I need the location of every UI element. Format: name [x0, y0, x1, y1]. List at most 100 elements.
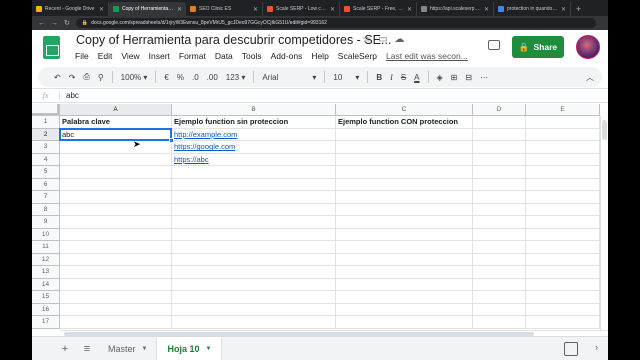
- cell-a6[interactable]: [60, 178, 172, 191]
- cell-e2[interactable]: [526, 128, 600, 141]
- cell-d9[interactable]: [473, 216, 526, 229]
- sheet-tab-master[interactable]: Master ▼: [98, 337, 157, 360]
- cell-a14[interactable]: [60, 278, 172, 291]
- fill-color-icon[interactable]: ◈: [433, 73, 447, 82]
- collapse-toolbar-icon[interactable]: ︿: [582, 72, 602, 83]
- cell-c16[interactable]: [336, 303, 473, 316]
- menu-data[interactable]: Data: [215, 51, 233, 61]
- forward-icon[interactable]: →: [51, 20, 58, 27]
- explore-icon[interactable]: [564, 342, 578, 356]
- cell-c7[interactable]: [336, 191, 473, 204]
- cell-a16[interactable]: [60, 303, 172, 316]
- cell-a17[interactable]: [60, 316, 172, 329]
- cell-d7[interactable]: [473, 191, 526, 204]
- cell-d10[interactable]: [473, 228, 526, 241]
- browser-tab[interactable]: protection in quandoh - Goo✕: [494, 2, 571, 16]
- cell-a13[interactable]: [60, 266, 172, 279]
- print-icon[interactable]: ⎙: [79, 72, 93, 82]
- row-header[interactable]: 2: [32, 128, 60, 141]
- cell-c10[interactable]: [336, 228, 473, 241]
- cell-b12[interactable]: [172, 253, 336, 266]
- currency-button[interactable]: €: [160, 73, 172, 82]
- row-header[interactable]: 5: [32, 166, 60, 179]
- row-header[interactable]: 7: [32, 191, 60, 204]
- last-edit-link[interactable]: Last edit was secon...: [386, 51, 468, 61]
- row-header[interactable]: 13: [32, 266, 60, 279]
- cell-b2[interactable]: http://example.com: [172, 128, 336, 141]
- close-icon[interactable]: ✕: [484, 6, 489, 13]
- paint-format-icon[interactable]: ⚲: [94, 73, 108, 82]
- cell-d4[interactable]: [473, 153, 526, 166]
- star-icon[interactable]: ☆: [362, 34, 371, 45]
- menu-scaleserp[interactable]: ScaleSerp: [338, 51, 377, 61]
- cell-a8[interactable]: [60, 203, 172, 216]
- move-folder-icon[interactable]: ▭: [378, 34, 387, 45]
- borders-icon[interactable]: ⊞: [447, 73, 462, 82]
- formula-input[interactable]: abc: [60, 91, 79, 100]
- url-input[interactable]: 🔒 docs.google.com/spreadsheets/d/1rjryW3…: [75, 18, 596, 28]
- cell-b13[interactable]: [172, 266, 336, 279]
- menu-tools[interactable]: Tools: [242, 51, 262, 61]
- comment-history-icon[interactable]: [488, 40, 500, 50]
- cell-c2[interactable]: [336, 128, 473, 141]
- row-header[interactable]: 3: [32, 141, 60, 154]
- row-header[interactable]: 16: [32, 303, 60, 316]
- cell-a9[interactable]: [60, 216, 172, 229]
- more-icon[interactable]: ⋯: [476, 73, 492, 82]
- menu-help[interactable]: Help: [311, 51, 328, 61]
- cell-c14[interactable]: [336, 278, 473, 291]
- select-all-corner[interactable]: [32, 104, 60, 116]
- cell-d1[interactable]: [473, 116, 526, 129]
- row-header[interactable]: 14: [32, 278, 60, 291]
- cell-c13[interactable]: [336, 266, 473, 279]
- row-header[interactable]: 9: [32, 216, 60, 229]
- cell-d2[interactable]: [473, 128, 526, 141]
- cell-b5[interactable]: [172, 166, 336, 179]
- font-select[interactable]: Arial ▾: [258, 73, 320, 82]
- cell-a15[interactable]: [60, 291, 172, 304]
- cell-e1[interactable]: [526, 116, 600, 129]
- italic-button[interactable]: I: [386, 73, 397, 82]
- add-sheet-button[interactable]: +: [54, 343, 76, 355]
- cell-d13[interactable]: [473, 266, 526, 279]
- sheets-logo-icon[interactable]: [43, 36, 60, 59]
- cell-b1[interactable]: Ejemplo function sin proteccion: [172, 116, 336, 129]
- text-color-button[interactable]: A: [410, 73, 423, 82]
- cell-d15[interactable]: [473, 291, 526, 304]
- cell-b9[interactable]: [172, 216, 336, 229]
- cell-b14[interactable]: [172, 278, 336, 291]
- strikethrough-button[interactable]: S: [397, 73, 410, 82]
- menu-edit[interactable]: Edit: [98, 51, 113, 61]
- row-header[interactable]: 12: [32, 253, 60, 266]
- cell-d17[interactable]: [473, 316, 526, 329]
- cell-a2[interactable]: abc: [60, 128, 172, 141]
- cell-e12[interactable]: [526, 253, 600, 266]
- row-header[interactable]: 10: [32, 228, 60, 241]
- cell-c9[interactable]: [336, 216, 473, 229]
- cell-a10[interactable]: [60, 228, 172, 241]
- zoom-select[interactable]: 100% ▾: [117, 73, 152, 82]
- cell-c3[interactable]: [336, 141, 473, 154]
- cell-a1[interactable]: Palabra clave: [60, 116, 172, 129]
- cell-b11[interactable]: [172, 241, 336, 254]
- menu-insert[interactable]: Insert: [149, 51, 170, 61]
- menu-format[interactable]: Format: [179, 51, 206, 61]
- cloud-status-icon[interactable]: ☁: [394, 34, 404, 45]
- cell-e4[interactable]: [526, 153, 600, 166]
- column-header-c[interactable]: C: [336, 104, 473, 116]
- cell-e10[interactable]: [526, 228, 600, 241]
- more-formats-select[interactable]: 123 ▾: [222, 73, 250, 82]
- cell-e3[interactable]: [526, 141, 600, 154]
- document-title[interactable]: Copy of Herramienta para descubrir compe…: [76, 33, 391, 47]
- cell-d6[interactable]: [473, 178, 526, 191]
- close-icon[interactable]: ✕: [561, 6, 566, 13]
- cell-e11[interactable]: [526, 241, 600, 254]
- cell-c11[interactable]: [336, 241, 473, 254]
- all-sheets-button[interactable]: ≡: [76, 343, 98, 355]
- cell-d5[interactable]: [473, 166, 526, 179]
- cell-e16[interactable]: [526, 303, 600, 316]
- cell-e6[interactable]: [526, 178, 600, 191]
- merge-cells-icon[interactable]: ⊟: [461, 73, 476, 82]
- cell-a12[interactable]: [60, 253, 172, 266]
- cell-e8[interactable]: [526, 203, 600, 216]
